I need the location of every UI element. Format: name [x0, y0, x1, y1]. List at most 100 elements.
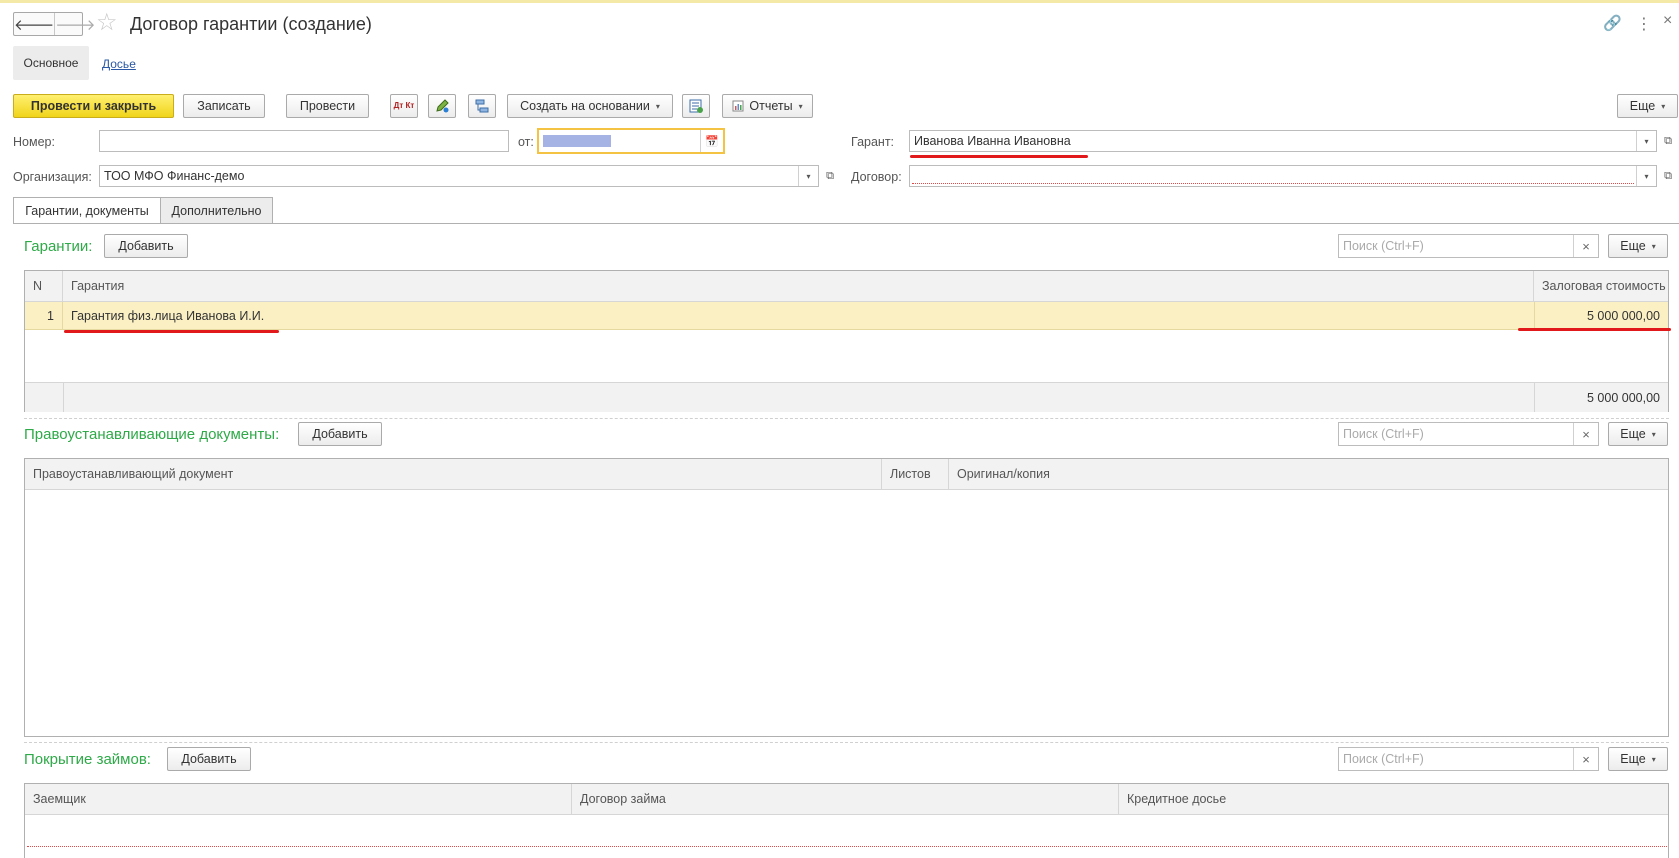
chevron-down-icon: ▾	[798, 101, 803, 111]
column-header-guarantee[interactable]: Гарантия	[63, 271, 1534, 301]
guarantees-more-button[interactable]: Еще ▾	[1608, 234, 1668, 258]
guarantees-footer: 5 000 000,00	[25, 382, 1668, 412]
guarantees-table-header: N Гарантия Залоговая стоимость	[25, 271, 1668, 302]
tab-main[interactable]: Основное	[13, 46, 89, 80]
reports-button[interactable]: Отчеты ▾	[722, 94, 813, 118]
structure-icon[interactable]	[468, 94, 496, 118]
guarantees-search-input[interactable]: Поиск (Ctrl+F) ×	[1338, 234, 1599, 258]
guarantee-name: Гарантия физ.лица Иванова И.И.	[71, 308, 265, 323]
loans-more-button[interactable]: Еще ▾	[1608, 747, 1668, 771]
guarantees-add-button[interactable]: Добавить	[104, 234, 188, 258]
organization-value: ТОО МФО Финанс-демо	[104, 169, 245, 183]
column-header-loan-contract[interactable]: Договор займа	[572, 784, 1119, 814]
reports-label: Отчеты	[749, 99, 793, 113]
favorite-star-icon[interactable]: ☆	[96, 8, 118, 37]
title-docs-add-button[interactable]: Добавить	[298, 422, 382, 446]
collateral-total: 5 000 000,00	[1534, 383, 1668, 412]
edit-pen-icon[interactable]	[428, 94, 456, 118]
tab-dossier-link[interactable]: Досье	[102, 57, 136, 71]
loans-more-label: Еще	[1620, 752, 1646, 766]
section-divider	[24, 418, 1669, 420]
forward-arrow-icon[interactable]: 🡒	[54, 13, 95, 35]
guarantor-open-icon[interactable]: ⧉	[1659, 130, 1677, 152]
menu-icon[interactable]: ⋮	[1636, 14, 1652, 34]
nav-buttons: 🡐 🡒	[13, 12, 95, 36]
organization-label: Организация:	[13, 170, 92, 184]
chart-icon	[732, 100, 744, 112]
number-field[interactable]	[99, 130, 509, 152]
tab-panel-border	[13, 223, 1679, 224]
date-value-blurred	[543, 135, 611, 147]
contract-dropdown-icon[interactable]: ▾	[1636, 166, 1656, 186]
loans-search-input[interactable]: Поиск (Ctrl+F) ×	[1338, 747, 1599, 771]
date-field[interactable]: 📅	[537, 128, 725, 154]
tab-additional[interactable]: Дополнительно	[160, 197, 273, 224]
column-header-n[interactable]: N	[25, 271, 63, 301]
page-title: Договор гарантии (создание)	[130, 14, 372, 34]
report-list-icon[interactable]	[682, 94, 710, 118]
loans-section-title: Покрытие займов:	[24, 751, 151, 768]
top-accent-line	[0, 0, 1679, 3]
clear-search-icon[interactable]: ×	[1573, 235, 1598, 257]
title-docs-more-label: Еще	[1620, 427, 1646, 441]
table-row[interactable]: 1 Гарантия физ.лица Иванова И.И. 5 000 0…	[25, 302, 1668, 330]
column-header-borrower[interactable]: Заемщик	[25, 784, 572, 814]
post-and-close-button[interactable]: Провести и закрыть	[13, 94, 174, 118]
guarantee-red-underline	[64, 330, 279, 333]
chevron-down-icon: ▾	[1651, 429, 1656, 439]
save-button[interactable]: Записать	[183, 94, 265, 118]
create-based-on-label: Создать на основании	[520, 99, 650, 113]
title-docs-search-placeholder: Поиск (Ctrl+F)	[1343, 427, 1424, 441]
loans-table: Заемщик Договор займа Кредитное досье	[24, 783, 1669, 858]
clear-search-icon[interactable]: ×	[1573, 423, 1598, 445]
row-number: 1	[25, 302, 63, 329]
post-button[interactable]: Провести	[286, 94, 369, 118]
collateral-value: 5 000 000,00	[1534, 302, 1668, 329]
footer-divider	[63, 383, 64, 412]
guarantor-value: Иванова Иванна Ивановна	[914, 134, 1071, 148]
contract-label: Договор:	[851, 170, 902, 184]
link-icon[interactable]: 🔗	[1603, 14, 1622, 32]
title-docs-more-button[interactable]: Еще ▾	[1608, 422, 1668, 446]
title-docs-section-title: Правоустанавливающие документы:	[24, 426, 280, 443]
guarantor-field[interactable]: Иванова Иванна Ивановна ▾	[909, 130, 1657, 152]
guarantees-section-title: Гарантии:	[24, 238, 93, 255]
dt-kt-icon[interactable]: Дт Кт	[390, 94, 418, 118]
chevron-down-icon: ▾	[1651, 754, 1656, 764]
guarantees-search-placeholder: Поиск (Ctrl+F)	[1343, 239, 1424, 253]
section-divider	[24, 742, 1669, 744]
guarantees-more-label: Еще	[1620, 239, 1646, 253]
organization-open-icon[interactable]: ⧉	[821, 165, 839, 187]
more-label: Еще	[1629, 99, 1656, 113]
column-header-credit-dossier[interactable]: Кредитное досье	[1119, 784, 1668, 814]
title-docs-search-input[interactable]: Поиск (Ctrl+F) ×	[1338, 422, 1599, 446]
number-label: Номер:	[13, 135, 55, 149]
calendar-icon[interactable]: 📅	[700, 130, 723, 152]
organization-field[interactable]: ТОО МФО Финанс-демо ▾	[99, 165, 819, 187]
back-arrow-icon[interactable]: 🡐	[14, 13, 54, 35]
guarantor-label: Гарант:	[851, 135, 895, 149]
close-icon[interactable]: ×	[1663, 12, 1672, 30]
create-based-on-button[interactable]: Создать на основании ▾	[507, 94, 673, 118]
guarantees-table: N Гарантия Залоговая стоимость 1 Гаранти…	[24, 270, 1669, 412]
contract-open-icon[interactable]: ⧉	[1659, 165, 1677, 187]
tab-guarantees-documents[interactable]: Гарантии, документы	[13, 197, 161, 224]
chevron-down-icon: ▾	[655, 101, 660, 111]
guarantor-red-underline	[910, 155, 1088, 158]
loans-search-placeholder: Поиск (Ctrl+F)	[1343, 752, 1424, 766]
contract-required-underline	[912, 183, 1634, 184]
column-header-collateral-value[interactable]: Залоговая стоимость	[1534, 271, 1668, 301]
column-header-sheets[interactable]: Листов	[882, 459, 949, 489]
clear-search-icon[interactable]: ×	[1573, 748, 1598, 770]
title-docs-table-header: Правоустанавливающий документ Листов Ори…	[25, 459, 1668, 490]
guarantor-dropdown-icon[interactable]: ▾	[1636, 131, 1656, 151]
loans-required-underline	[27, 846, 1667, 847]
column-header-original-copy[interactable]: Оригинал/копия	[949, 459, 1668, 489]
more-button[interactable]: Еще ▾	[1617, 94, 1678, 118]
loans-add-button[interactable]: Добавить	[167, 747, 251, 771]
column-header-title-document[interactable]: Правоустанавливающий документ	[25, 459, 882, 489]
value-red-underline	[1518, 328, 1671, 331]
organization-dropdown-icon[interactable]: ▾	[798, 166, 818, 186]
chevron-down-icon: ▾	[1661, 101, 1666, 111]
chevron-down-icon: ▾	[1651, 241, 1656, 251]
